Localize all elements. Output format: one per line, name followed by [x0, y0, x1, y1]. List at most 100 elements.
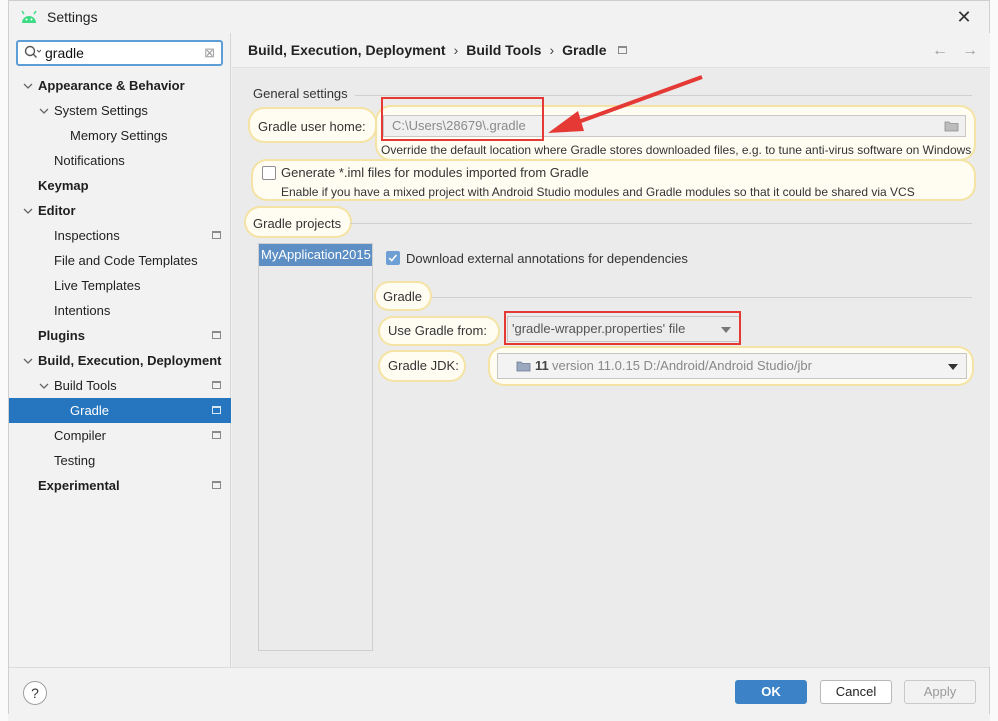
- project-scope-icon: [212, 481, 221, 489]
- separator: [432, 297, 972, 298]
- sidebar-item-file-code-templates[interactable]: File and Code Templates: [9, 248, 231, 273]
- sidebar-item-testing[interactable]: Testing: [9, 448, 231, 473]
- gradle-projects-list[interactable]: MyApplication2015: [258, 243, 373, 651]
- sidebar-item-label: Intentions: [54, 303, 111, 318]
- generate-iml-checkbox[interactable]: [262, 166, 276, 180]
- download-annotations-checkbox[interactable]: [386, 251, 400, 265]
- sidebar-item-system-settings[interactable]: System Settings: [9, 98, 231, 123]
- cancel-button[interactable]: Cancel: [820, 680, 892, 704]
- navigation-arrows: ← →: [932, 42, 978, 60]
- sidebar-item-compiler[interactable]: Compiler: [9, 423, 231, 448]
- chevron-down-icon[interactable]: [23, 356, 33, 366]
- sidebar-item-label: Build Tools: [54, 378, 117, 393]
- sidebar-item-label: Editor: [38, 203, 76, 218]
- breadcrumb-item[interactable]: Build Tools: [466, 42, 541, 58]
- sidebar-item-label: Inspections: [54, 228, 120, 243]
- sidebar-item-label: Compiler: [54, 428, 107, 443]
- project-scope-icon: [212, 331, 221, 339]
- project-scope-icon: [618, 46, 628, 54]
- background-app-right-edge: [990, 0, 998, 721]
- list-item[interactable]: MyApplication2015: [259, 244, 372, 266]
- breadcrumb-separator: ›: [453, 42, 459, 58]
- general-settings-title: General settings: [253, 86, 348, 101]
- help-button[interactable]: ?: [23, 681, 47, 705]
- sidebar-item-plugins[interactable]: Plugins: [9, 323, 231, 348]
- sidebar-item-experimental[interactable]: Experimental: [9, 473, 231, 498]
- search-icon[interactable]: [23, 44, 41, 62]
- red-arrow-annotation: [548, 75, 703, 133]
- settings-tree: Appearance & Behavior System Settings Me…: [9, 73, 231, 498]
- sidebar-item-label: Experimental: [38, 478, 120, 493]
- chevron-down-icon[interactable]: [39, 106, 49, 116]
- sidebar-item-appearance-behavior[interactable]: Appearance & Behavior: [9, 73, 231, 98]
- chevron-down-icon: [948, 364, 958, 370]
- chevron-down-icon[interactable]: [23, 81, 33, 91]
- title-bar: Settings ✕: [9, 1, 989, 33]
- sidebar-item-label: Memory Settings: [70, 128, 168, 143]
- dialog-footer: ? OK Cancel Apply: [9, 667, 989, 715]
- sidebar-item-label: Live Templates: [54, 278, 141, 293]
- chevron-down-icon[interactable]: [39, 381, 49, 391]
- back-arrow-icon[interactable]: ←: [932, 42, 948, 60]
- sidebar-item-notifications[interactable]: Notifications: [9, 148, 231, 173]
- ok-button[interactable]: OK: [735, 680, 807, 704]
- gradle-jdk-label: Gradle JDK:: [388, 358, 459, 373]
- generate-iml-label[interactable]: Generate *.iml files for modules importe…: [281, 165, 589, 180]
- project-scope-icon: [212, 406, 221, 414]
- sidebar-item-label: File and Code Templates: [54, 253, 198, 268]
- sidebar-item-label: Notifications: [54, 153, 125, 168]
- red-annotation-box: [504, 311, 741, 345]
- sidebar-item-label: Plugins: [38, 328, 85, 343]
- sidebar-item-editor[interactable]: Editor: [9, 198, 231, 223]
- background-app-left-edge: [0, 0, 8, 721]
- breadcrumb-item: Gradle: [562, 42, 607, 58]
- sidebar-item-gradle[interactable]: Gradle: [9, 398, 231, 423]
- sidebar-item-memory-settings[interactable]: Memory Settings: [9, 123, 231, 148]
- gradle-projects-title: Gradle projects: [253, 216, 342, 231]
- settings-sidebar: ⊠ Appearance & Behavior System Settings …: [9, 33, 231, 667]
- project-scope-icon: [212, 231, 221, 239]
- folder-icon[interactable]: [944, 120, 959, 132]
- sidebar-item-label: Testing: [54, 453, 96, 468]
- gradle-user-home-hint: Override the default location where Grad…: [381, 143, 972, 157]
- sidebar-item-label: Keymap: [38, 178, 89, 193]
- gradle-jdk-dropdown[interactable]: 11 version 11.0.15 D:/Android/Android St…: [497, 353, 967, 379]
- sidebar-item-label: Appearance & Behavior: [38, 78, 185, 93]
- sidebar-item-build-execution-deployment[interactable]: Build, Execution, Deployment: [9, 348, 231, 373]
- breadcrumb: Build, Execution, Deployment › Build Too…: [232, 33, 990, 68]
- sidebar-item-live-templates[interactable]: Live Templates: [9, 273, 231, 298]
- generate-iml-hint: Enable if you have a mixed project with …: [281, 185, 915, 199]
- settings-dialog: Settings ✕ ⊠ Appearance & Behavior Syste…: [8, 0, 990, 715]
- gradle-jdk-detail: version 11.0.15 D:/Android/Android Studi…: [552, 358, 812, 373]
- sidebar-item-intentions[interactable]: Intentions: [9, 298, 231, 323]
- separator: [350, 223, 972, 224]
- android-studio-icon: [21, 10, 37, 23]
- project-scope-icon: [212, 381, 221, 389]
- settings-content: Build, Execution, Deployment › Build Too…: [232, 33, 990, 667]
- folder-icon: [516, 361, 531, 372]
- checkmark-icon: [388, 254, 398, 262]
- sidebar-item-inspections[interactable]: Inspections: [9, 223, 231, 248]
- use-gradle-from-label: Use Gradle from:: [388, 323, 487, 338]
- clear-search-icon[interactable]: ⊠: [204, 45, 215, 61]
- project-scope-icon: [212, 431, 221, 439]
- window-title: Settings: [47, 9, 98, 25]
- sidebar-item-label: Gradle: [70, 403, 110, 418]
- chevron-down-icon[interactable]: [23, 206, 33, 216]
- sidebar-item-label: Build, Execution, Deployment: [38, 353, 222, 368]
- gradle-jdk-version: 11: [535, 358, 549, 373]
- close-icon[interactable]: ✕: [953, 6, 975, 28]
- breadcrumb-separator: ›: [549, 42, 555, 58]
- forward-arrow-icon[interactable]: →: [962, 42, 978, 60]
- breadcrumb-item[interactable]: Build, Execution, Deployment: [248, 42, 446, 58]
- gradle-section-title: Gradle: [383, 289, 423, 304]
- search-input[interactable]: [45, 45, 195, 61]
- apply-button[interactable]: Apply: [904, 680, 976, 704]
- gradle-settings-panel: General settings Gradle user home: C:\Us…: [232, 69, 990, 667]
- sidebar-item-keymap[interactable]: Keymap: [9, 173, 231, 198]
- search-box[interactable]: ⊠: [16, 40, 223, 66]
- sidebar-item-label: System Settings: [54, 103, 148, 118]
- sidebar-item-build-tools[interactable]: Build Tools: [9, 373, 231, 398]
- gradle-user-home-label: Gradle user home:: [258, 119, 366, 134]
- download-annotations-label[interactable]: Download external annotations for depend…: [406, 251, 688, 266]
